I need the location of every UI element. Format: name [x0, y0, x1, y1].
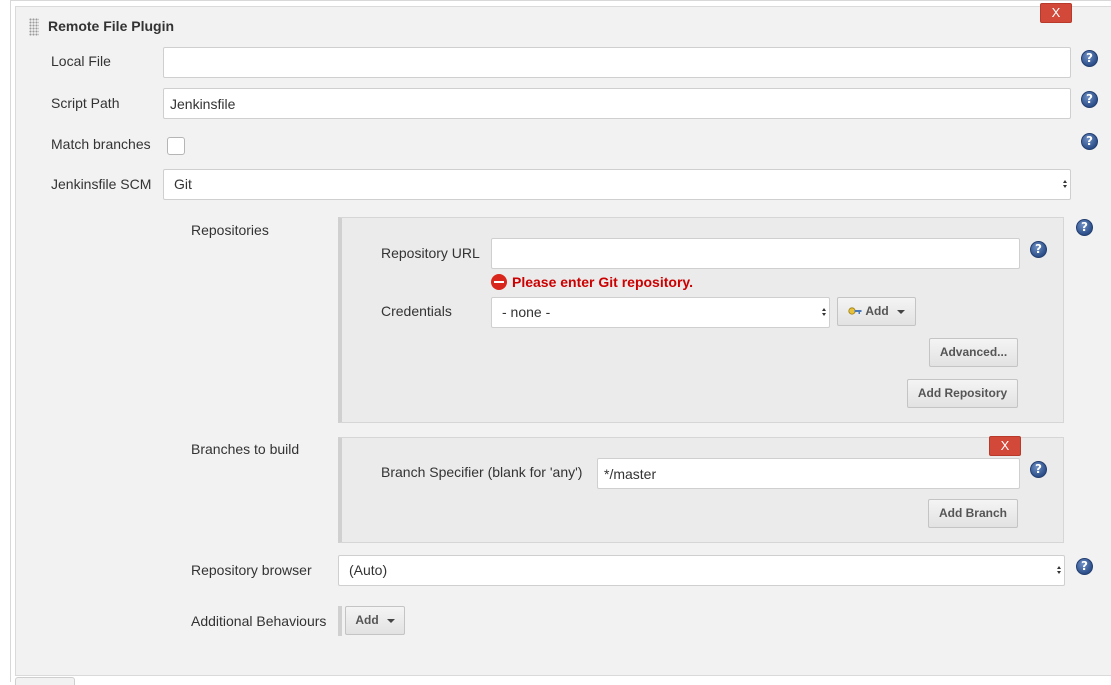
add-branch-button[interactable]: Add Branch [928, 499, 1018, 528]
repository-browser-selected: (Auto) [349, 562, 388, 578]
error-icon [491, 274, 507, 290]
error-message: Please enter Git repository. [512, 274, 694, 290]
jenkinsfile-scm-select[interactable]: Git [163, 169, 1071, 200]
match-branches-checkbox[interactable] [167, 137, 185, 155]
add-behaviour-label: Add [355, 613, 379, 627]
local-file-input[interactable] [163, 47, 1071, 78]
branch-specifier-label: Branch Specifier (blank for 'any') [381, 464, 583, 480]
help-icon[interactable]: ? [1081, 91, 1098, 108]
local-file-label: Local File [51, 53, 111, 69]
help-icon[interactable]: ? [1076, 558, 1093, 575]
key-icon [848, 307, 862, 315]
repository-url-input[interactable] [491, 238, 1020, 269]
caret-down-icon [386, 618, 395, 623]
add-label: Add [865, 304, 889, 318]
add-credentials-button[interactable]: Add [837, 297, 916, 326]
behaviours-bar [338, 606, 344, 636]
add-repository-button[interactable]: Add Repository [907, 379, 1018, 408]
help-icon[interactable]: ? [1081, 50, 1098, 67]
script-path-input[interactable] [163, 88, 1071, 119]
drag-handle-icon[interactable] [29, 18, 39, 36]
bottom-tab [15, 677, 75, 685]
help-icon[interactable]: ? [1076, 219, 1093, 236]
help-icon[interactable]: ? [1081, 133, 1098, 150]
help-icon[interactable]: ? [1030, 461, 1047, 478]
jenkinsfile-scm-label: Jenkinsfile SCM [51, 176, 152, 192]
delete-branch-button[interactable]: X [989, 436, 1021, 456]
repository-url-label: Repository URL [381, 245, 480, 261]
branches-to-build-label: Branches to build [191, 441, 300, 457]
add-behaviour-button[interactable]: Add [345, 606, 405, 635]
advanced-button[interactable]: Advanced... [929, 338, 1018, 367]
credentials-select[interactable]: - none - [491, 297, 830, 328]
additional-behaviours-label: Additional Behaviours [191, 613, 327, 629]
help-icon[interactable]: ? [1030, 241, 1047, 258]
jenkinsfile-scm-selected: Git [174, 176, 192, 192]
caret-down-icon [896, 309, 905, 314]
delete-plugin-button[interactable]: X [1040, 3, 1072, 23]
select-arrow-icon [1063, 180, 1067, 189]
select-arrow-icon [822, 308, 826, 317]
repository-browser-label: Repository browser [191, 562, 312, 578]
credentials-label: Credentials [381, 303, 452, 319]
repository-url-error: Please enter Git repository. [491, 274, 693, 290]
repository-browser-select[interactable]: (Auto) [338, 555, 1065, 586]
match-branches-label: Match branches [51, 136, 151, 152]
branch-specifier-input[interactable] [597, 458, 1020, 489]
select-arrow-icon [1057, 566, 1061, 575]
repositories-label: Repositories [191, 222, 269, 238]
credentials-selected: - none - [502, 304, 551, 320]
plugin-title: Remote File Plugin [48, 18, 175, 34]
script-path-label: Script Path [51, 95, 120, 111]
